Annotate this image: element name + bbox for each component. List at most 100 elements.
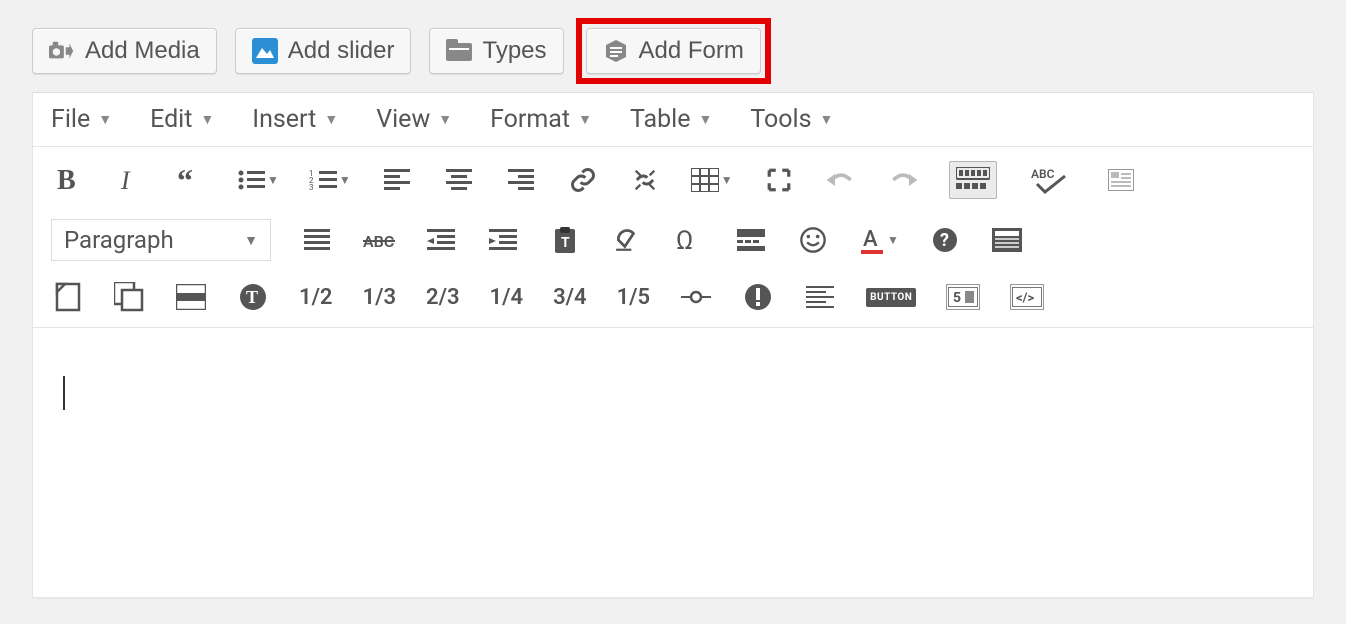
menu-view[interactable]: View ▼	[376, 105, 452, 134]
svg-text:“: “	[177, 169, 193, 191]
svg-text:T: T	[561, 235, 570, 251]
column-half-button[interactable]: 1/2	[299, 285, 333, 310]
toolbar-row-2: Paragraph ▼ ABC T Ω A ▼ ?	[33, 213, 1313, 275]
svg-text:I: I	[120, 167, 131, 193]
toolbar-toggle-button[interactable]	[949, 161, 997, 199]
editor-content[interactable]	[33, 327, 1313, 597]
align-center-button[interactable]	[443, 164, 475, 196]
paragraph-format-label: Paragraph	[64, 226, 174, 254]
add-media-label: Add Media	[85, 37, 200, 65]
spellcheck-button[interactable]: ABC	[1027, 164, 1075, 196]
chevron-down-icon: ▼	[267, 173, 279, 187]
special-character-button[interactable]: Ω	[673, 224, 705, 256]
column-fifth-button[interactable]: 1/5	[617, 285, 651, 310]
text-icon[interactable]: T	[237, 281, 269, 313]
add-form-button[interactable]: Add Form	[586, 28, 761, 74]
camera-icon	[49, 38, 75, 64]
link-button[interactable]	[567, 164, 599, 196]
strikethrough-button[interactable]: ABC	[363, 224, 395, 256]
align-right-button[interactable]	[505, 164, 537, 196]
fullscreen-button[interactable]	[763, 164, 795, 196]
numbered-list-button[interactable]: 123 ▼	[309, 169, 351, 191]
template-icon[interactable]	[1105, 164, 1137, 196]
svg-text:</>: </>	[1016, 291, 1034, 306]
menu-insert[interactable]: Insert ▼	[252, 105, 338, 134]
chevron-down-icon: ▼	[698, 111, 712, 128]
chevron-down-icon: ▼	[820, 111, 834, 128]
redo-button[interactable]	[887, 164, 919, 196]
slider-icon	[252, 38, 278, 64]
chevron-down-icon: ▼	[438, 111, 452, 128]
chevron-down-icon: ▼	[339, 173, 351, 187]
clear-formatting-button[interactable]	[611, 224, 643, 256]
text-cursor	[63, 376, 65, 410]
add-slider-button[interactable]: Add slider	[235, 28, 412, 74]
menu-insert-label: Insert	[252, 105, 316, 134]
add-form-label: Add Form	[639, 37, 744, 65]
form-icon	[603, 38, 629, 64]
types-label: Types	[482, 37, 546, 65]
page-behind-icon[interactable]	[113, 281, 145, 313]
warning-icon[interactable]	[742, 281, 774, 313]
editor-menubar: File ▼ Edit ▼ Insert ▼ View ▼ Format▼ Table ▼…	[33, 93, 1313, 147]
chevron-down-icon: ▼	[324, 111, 338, 128]
italic-button[interactable]: I	[113, 164, 145, 196]
add-slider-label: Add slider	[288, 37, 395, 65]
insert-button-shortcode[interactable]: BUTTON	[866, 288, 916, 307]
bullet-list-button[interactable]: ▼	[237, 169, 279, 191]
svg-text:3: 3	[309, 183, 314, 191]
svg-text:Ω: Ω	[676, 227, 693, 253]
menu-edit-label: Edit	[150, 105, 192, 134]
anchor-icon[interactable]	[680, 281, 712, 313]
layout-block-button[interactable]	[991, 224, 1023, 256]
chevron-down-icon: ▼	[200, 111, 214, 128]
chevron-down-icon: ▼	[887, 233, 899, 247]
indent-button[interactable]	[487, 224, 519, 256]
svg-text:5: 5	[953, 290, 961, 306]
emoji-button[interactable]	[797, 224, 829, 256]
column-threequarters-button[interactable]: 3/4	[553, 285, 587, 310]
table-button[interactable]: ▼	[691, 168, 733, 192]
menu-tools[interactable]: Tools ▼	[750, 105, 833, 134]
menu-tools-label: Tools	[750, 105, 811, 134]
read-more-button[interactable]	[735, 224, 767, 256]
justify-button[interactable]	[301, 224, 333, 256]
menu-file-label: File	[51, 105, 90, 134]
undo-button[interactable]	[825, 164, 857, 196]
insert-slider-shortcode[interactable]: 5	[946, 284, 980, 310]
chevron-down-icon: ▼	[98, 111, 112, 128]
chevron-down-icon: ▼	[578, 111, 592, 128]
paste-text-button[interactable]: T	[549, 224, 581, 256]
insert-code-shortcode[interactable]: </>	[1010, 284, 1044, 310]
svg-text:A: A	[863, 227, 878, 252]
unlink-button[interactable]	[629, 164, 661, 196]
column-quarter-button[interactable]: 1/4	[490, 285, 524, 310]
help-button[interactable]: ?	[929, 224, 961, 256]
toolbar-row-1: B I “ ▼ 123 ▼ ▼ ABC	[33, 147, 1313, 213]
bold-button[interactable]: B	[51, 164, 83, 196]
menu-table[interactable]: Table ▼	[630, 105, 712, 134]
media-buttons-bar: Add Media Add slider Types Add Form	[0, 0, 1346, 92]
new-page-icon[interactable]	[51, 281, 83, 313]
menu-view-label: View	[376, 105, 430, 134]
svg-text:B: B	[57, 167, 76, 193]
add-media-button[interactable]: Add Media	[32, 28, 217, 74]
folder-icon	[446, 38, 472, 64]
align-left-button[interactable]	[381, 164, 413, 196]
text-color-button[interactable]: A ▼	[859, 226, 899, 254]
paragraph-format-select[interactable]: Paragraph ▼	[51, 219, 271, 261]
svg-text:?: ?	[940, 230, 949, 251]
align-wrap-icon[interactable]	[804, 281, 836, 313]
heading-band-icon[interactable]	[175, 281, 207, 313]
toolbar-row-3: T 1/2 1/3 2/3 1/4 3/4 1/5 BUTTON 5 </>	[33, 275, 1313, 327]
editor-container: File ▼ Edit ▼ Insert ▼ View ▼ Format▼ Table ▼…	[32, 92, 1314, 598]
menu-format[interactable]: Format▼	[490, 105, 592, 134]
menu-edit[interactable]: Edit ▼	[150, 105, 214, 134]
outdent-button[interactable]	[425, 224, 457, 256]
column-third-button[interactable]: 1/3	[363, 285, 397, 310]
blockquote-button[interactable]: “	[175, 164, 207, 196]
column-twothirds-button[interactable]: 2/3	[426, 285, 460, 310]
menu-file[interactable]: File ▼	[51, 105, 112, 134]
menu-table-label: Table	[630, 105, 691, 134]
types-button[interactable]: Types	[429, 28, 563, 74]
